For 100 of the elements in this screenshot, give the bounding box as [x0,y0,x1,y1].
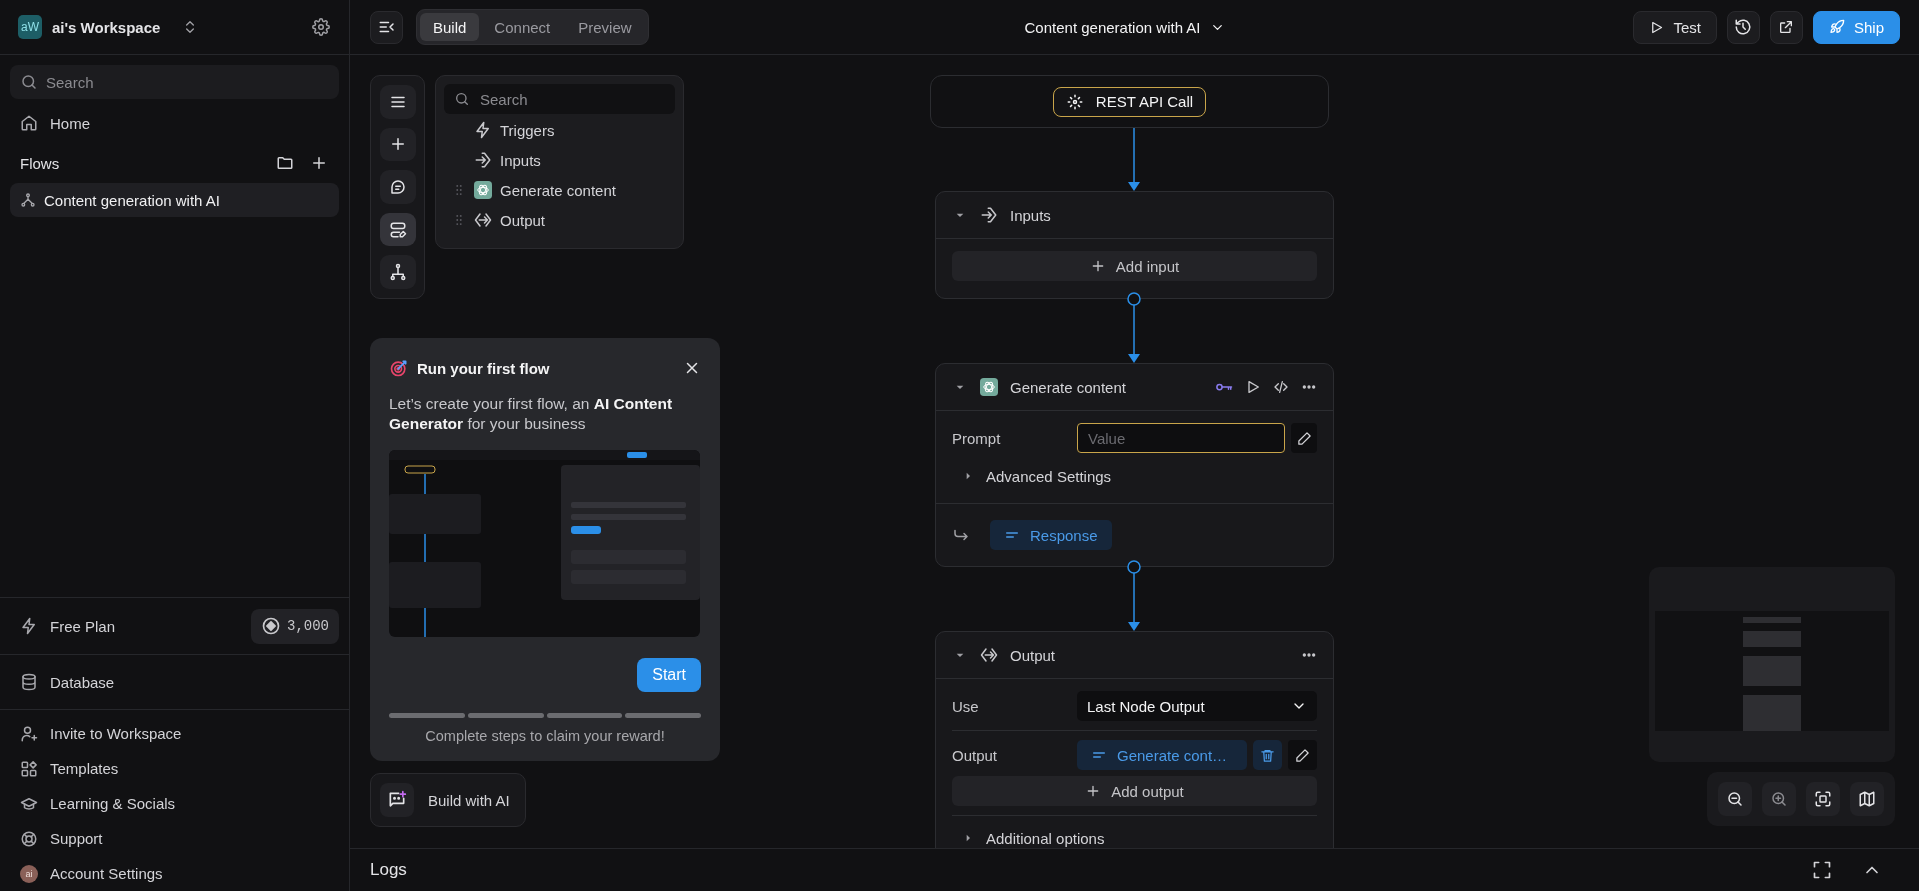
outline-item[interactable]: Generate content [444,175,675,205]
search-field[interactable]: Search [444,84,675,114]
coin-icon [261,616,281,636]
field-label: Output [952,746,999,764]
nav-item[interactable]: Learning & Socials [10,786,339,821]
map-icon [1858,790,1876,808]
response-chip[interactable]: Response [990,520,1112,550]
panel-title: Logs [370,860,408,880]
edit-button[interactable] [1291,423,1317,453]
code-icon [1273,379,1289,395]
tool-button[interactable] [379,170,416,204]
section-title: Flows [20,154,61,172]
card-text: Let’s create your first flow, an AI Content Generator for your business [389,394,674,434]
home-icon [20,114,38,132]
arrow-in-icon [474,151,492,169]
plan-link[interactable]: Free Plan [10,608,126,644]
sidebar-toggle-button[interactable] [370,10,403,44]
arrows-out-icon [980,646,998,664]
output-chip[interactable]: Generate cont… [1077,740,1248,770]
nav-item[interactable]: Templates [10,751,339,786]
use-select[interactable]: Last Node Output [1077,691,1317,721]
workspace-name: ai's Workspace [52,18,161,36]
folder-icon [276,154,294,172]
edit-button[interactable] [1287,740,1317,770]
share-icon [1778,19,1795,35]
settings-button[interactable] [309,15,333,39]
chat-icon [388,178,407,196]
app-logo-icon [474,181,492,199]
user-plus-icon [20,724,38,743]
zoom-in-button[interactable] [1762,782,1796,816]
tab[interactable]: Connect [481,13,564,41]
add-output-button[interactable]: Add output [952,776,1317,806]
history-icon [1734,18,1753,36]
connector-arrow [1128,304,1140,363]
rocket-icon [1829,19,1845,35]
flow-title-dropdown[interactable]: Content generation with AI [1024,18,1226,36]
node-title: Output [1010,646,1057,664]
tool-button[interactable] [379,85,416,119]
lifebuoy-icon [20,829,38,848]
code-button[interactable] [1273,379,1289,395]
arrows-out-icon [474,211,492,229]
tool-button[interactable] [379,212,416,247]
form-edit-icon [388,220,407,239]
test-button[interactable]: Test [1633,10,1717,44]
share-button[interactable] [1770,10,1803,44]
port-handle[interactable] [1127,560,1141,574]
nav-item[interactable]: Database [10,664,339,700]
zoom-in-icon [1770,790,1788,808]
outline-item[interactable]: Output [444,205,675,235]
workspace-avatar: aW [18,15,42,39]
zoom-out-button[interactable] [1718,782,1752,816]
nav-item[interactable]: Home [10,105,339,141]
map-button[interactable] [1850,782,1884,816]
outline-item[interactable]: Triggers [444,115,675,145]
trigger-chip[interactable]: REST API Call [1052,86,1207,117]
card-title: Run your first flow [417,359,551,377]
flow-icon [20,192,36,208]
target-icon [389,358,409,378]
node-title: Generate content [1010,378,1127,396]
fullscreen-icon [1812,860,1832,880]
field-label: Use [952,697,980,715]
nav-item[interactable]: Invite to Workspace [10,716,339,751]
advanced-settings-toggle[interactable]: Advanced Settings [952,463,1112,489]
history-button[interactable] [1727,10,1760,44]
build-with-ai-button[interactable]: Build with AI [370,773,526,827]
templates-grid-icon [20,759,38,778]
port-handle[interactable] [1127,292,1141,306]
field-label: Prompt [952,429,1002,447]
fit-view-icon [1814,790,1832,808]
nav-item[interactable]: Support [10,821,339,856]
fit-view-button[interactable] [1806,782,1840,816]
tab[interactable]: Preview [565,13,645,41]
settings-icon [312,18,330,36]
flow-item[interactable]: Content generation with AI [10,183,339,217]
credits-button[interactable]: 3,000 [251,608,339,644]
play-icon [1245,379,1261,395]
run-button[interactable] [1245,379,1261,395]
play-icon [1649,19,1665,35]
pencil-icon [1296,430,1312,446]
prompt-field[interactable]: Value [1077,423,1285,453]
zoom-out-icon [1726,790,1744,808]
search-field[interactable]: Search [10,65,339,99]
plus-icon [310,154,328,172]
tool-button[interactable] [379,127,416,162]
outline-item[interactable]: Inputs [444,145,675,175]
connector-arrow [1128,572,1140,631]
hierarchy-icon [388,263,407,282]
nav-item[interactable]: ai Account Settings [10,856,339,891]
fullscreen-button[interactable] [1812,860,1832,880]
tab[interactable]: Build [420,13,480,41]
chat-plus-icon [387,790,407,810]
delete-button[interactable] [1253,740,1282,770]
trigger-icon [1065,92,1084,111]
add-input-button[interactable]: Add input [952,251,1317,281]
database-icon [20,673,38,691]
app-logo-icon [980,378,998,396]
tool-button[interactable] [379,255,416,289]
reward-hint: Complete steps to claim your reward! [424,728,666,744]
lightning-icon [474,121,492,139]
pencil-icon [1294,747,1310,763]
